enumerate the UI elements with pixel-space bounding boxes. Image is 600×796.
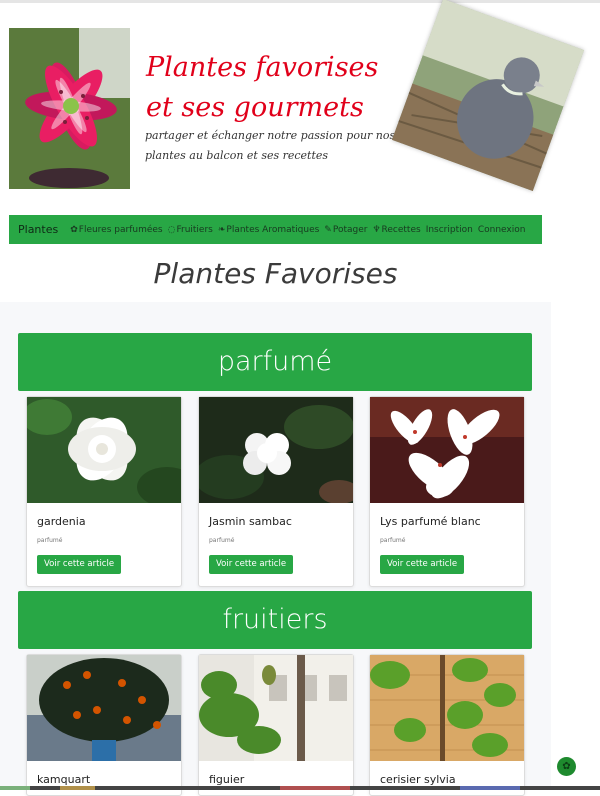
figuier-photo [199,655,353,761]
leaf-icon: ❧ [217,224,226,235]
cutlery-icon: ♆ [372,224,381,235]
article-title: Lys parfumé blanc [380,515,481,528]
site-title: Plantes favorises et ses gourmets [146,52,379,123]
article-title: gardenia [37,515,86,528]
article-card: Lys parfumé blanc parfumé Voir cette art… [369,396,525,587]
gardenia-photo [27,397,181,503]
view-article-button[interactable]: Voir cette article [209,555,294,574]
lys-photo [370,397,524,503]
nav-label: Fleures parfumées [78,224,163,235]
article-title: Jasmin sambac [209,515,292,528]
navbar-brand[interactable]: Plantes [18,223,58,236]
main-navbar: Plantes ✿ Fleures parfumées ◌ Fruitiers … [9,215,542,244]
article-tag: parfumé [380,537,406,544]
article-title: kamquart [37,773,91,786]
kamquart-photo [27,655,181,761]
site-header: Plantes favorises et ses gourmets partag… [9,0,599,198]
fruit-icon: ◌ [167,224,176,235]
sprout-icon: ✿ [562,761,571,772]
top-border [0,0,600,3]
category-banner-fruitiers: fruitiers [18,591,532,649]
bottom-strip [0,786,600,790]
flower-icon: ✿ [70,224,78,235]
article-title: cerisier sylvia [380,773,456,786]
scroll-top-button[interactable]: ✿ [557,757,576,776]
article-card: Jasmin sambac parfumé Voir cette article [198,396,354,587]
nav-label: Plantes Aromatiques [226,224,320,235]
nav-item-recettes[interactable]: ♆ Recettes [372,225,420,235]
lily-photo [9,28,130,189]
nav-label: Fruitiers [176,224,213,235]
article-card: gardenia parfumé Voir cette article [26,396,182,587]
nav-label: Recettes [381,224,421,235]
view-article-button[interactable]: Voir cette article [37,555,122,574]
nav-item-fruitiers[interactable]: ◌ Fruitiers [168,225,213,235]
nav-item-connexion[interactable]: Connexion [478,225,526,235]
nav-item-fleures[interactable]: ✿ Fleures parfumées [70,225,162,235]
nav-label: Potager [332,224,368,235]
carrot-icon: ✎ [324,224,332,235]
nav-item-aromatiques[interactable]: ❧ Plantes Aromatiques [218,225,319,235]
article-card: figuier [198,654,354,796]
nav-item-inscription[interactable]: Inscription [426,225,473,235]
category-banner-parfume: parfumé [18,333,532,391]
jasmin-photo [199,397,353,503]
article-tag: parfumé [37,537,63,544]
site-subtitle: partager et échanger notre passion pour … [145,129,396,162]
pigeon-photo [391,0,585,192]
page-heading: Plantes Favorises [153,257,398,290]
view-article-button[interactable]: Voir cette article [380,555,465,574]
nav-item-potager[interactable]: ✎ Potager [324,225,367,235]
article-title: figuier [209,773,245,786]
article-card: kamquart [26,654,182,796]
article-tag: parfumé [209,537,235,544]
cerisier-photo [370,655,524,761]
article-card: cerisier sylvia [369,654,525,796]
